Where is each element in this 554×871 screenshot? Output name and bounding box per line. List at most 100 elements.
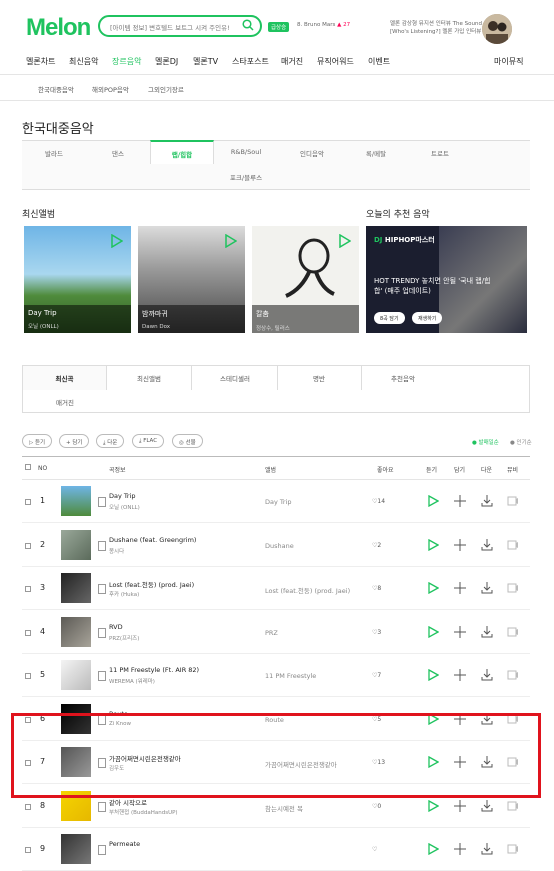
album-thumbnail[interactable] xyxy=(61,616,91,647)
add-icon[interactable] xyxy=(454,538,466,551)
song-title[interactable]: Dushane (feat. Greengrim) xyxy=(109,536,196,544)
play-icon[interactable] xyxy=(427,843,439,855)
song-artist[interactable]: 부처핸접 (BuddaHandsUP) xyxy=(109,808,178,816)
row-checkbox[interactable] xyxy=(25,499,31,505)
nav-item-tv[interactable]: 멜론TV xyxy=(193,56,218,67)
play-icon[interactable] xyxy=(427,495,439,507)
play-icon[interactable] xyxy=(223,234,237,248)
play-icon[interactable] xyxy=(427,538,439,551)
song-info-icon[interactable] xyxy=(98,671,106,681)
like-button[interactable]: ♡14 xyxy=(372,498,385,505)
play-icon[interactable] xyxy=(427,799,439,812)
add-icon[interactable] xyxy=(454,625,466,638)
song-title[interactable]: 같아 시작으로 xyxy=(109,797,147,807)
nav-item-latest[interactable]: 최신음악 xyxy=(69,56,98,67)
song-album[interactable]: Lost (feat.천둥) (prod. Jaei) xyxy=(265,585,350,595)
song-album[interactable]: PRZ xyxy=(265,629,278,637)
like-button[interactable]: ♡7 xyxy=(372,672,381,679)
song-title[interactable]: Lost (feat.천둥) (prod. Jaei) xyxy=(109,579,194,589)
nav-item-chart[interactable]: 멜론차트 xyxy=(26,56,55,67)
nav-item-genre[interactable]: 장르음악 xyxy=(112,56,141,67)
header-ad[interactable]: 멜론 감상형 뮤지션 인터뷰 The Sound [Who's Listenin… xyxy=(390,20,482,36)
download-icon[interactable] xyxy=(481,582,493,594)
song-album[interactable]: 참는시예전 복 xyxy=(265,803,303,813)
album-thumbnail[interactable] xyxy=(61,486,91,516)
genre-tab-rnb[interactable]: R&B/Soul xyxy=(214,148,278,156)
sort-popular[interactable]: ● 인기순 xyxy=(510,438,532,446)
genre-tab-dance[interactable]: 댄스 xyxy=(86,148,150,158)
tab-latest-songs[interactable]: 최신곡 xyxy=(23,366,107,390)
row-checkbox[interactable] xyxy=(25,586,31,592)
gift-button[interactable]: ◎ 선물 xyxy=(172,434,203,448)
play-playlist-button[interactable]: 재생하기 xyxy=(412,312,443,324)
genre-tab-ballad[interactable]: 발라드 xyxy=(22,148,86,158)
play-icon[interactable] xyxy=(427,582,439,594)
genre-tab-trot[interactable]: 트로트 xyxy=(408,148,472,158)
add-icon[interactable] xyxy=(454,799,466,812)
nav-item-dj[interactable]: 멜론DJ xyxy=(155,56,178,67)
song-artist[interactable]: PRZ(프리즈) xyxy=(109,634,139,642)
play-icon[interactable] xyxy=(109,234,123,248)
album-card[interactable]: 칼춤 정상수, 릴러스 xyxy=(252,226,359,333)
download-icon[interactable] xyxy=(481,669,493,681)
play-icon[interactable] xyxy=(337,234,351,248)
song-artist[interactable]: 몽시다 xyxy=(109,547,124,555)
row-checkbox[interactable] xyxy=(25,803,31,810)
song-title[interactable]: 11 PM Freestyle (Ft. AIR 82) xyxy=(109,666,199,674)
subnav-item-other[interactable]: 그외인기장르 xyxy=(148,84,184,94)
play-icon[interactable] xyxy=(427,625,439,638)
nav-item-starpost[interactable]: 스타포스트 xyxy=(232,56,269,67)
add-button[interactable]: + 담기 xyxy=(59,434,90,448)
mv-icon[interactable] xyxy=(507,582,519,594)
like-button[interactable]: ♡3 xyxy=(372,629,381,636)
song-info-icon[interactable] xyxy=(98,845,106,855)
like-button[interactable]: ♡ xyxy=(372,846,377,853)
tab-magazine[interactable]: 매거진 xyxy=(23,397,107,407)
flac-button[interactable]: ⤓ FLAC xyxy=(132,434,165,448)
song-artist[interactable]: 후카 (Huka) xyxy=(109,590,139,598)
tab-recommend[interactable]: 추천음악 xyxy=(361,373,445,383)
song-info-icon[interactable] xyxy=(98,584,106,594)
mv-icon[interactable] xyxy=(507,800,519,812)
nav-item-mymusic[interactable]: 마이뮤직 xyxy=(494,56,523,67)
download-icon[interactable] xyxy=(481,495,493,507)
download-icon[interactable] xyxy=(481,625,493,638)
song-info-icon[interactable] xyxy=(98,540,106,551)
mv-icon[interactable] xyxy=(507,539,519,551)
row-checkbox[interactable] xyxy=(25,847,31,853)
song-album[interactable]: Dushane xyxy=(265,542,294,550)
row-checkbox[interactable] xyxy=(25,542,31,549)
song-album[interactable]: Day Trip xyxy=(265,498,292,506)
album-thumbnail[interactable] xyxy=(61,529,91,560)
add-icon[interactable] xyxy=(454,582,466,594)
mv-icon[interactable] xyxy=(507,626,519,638)
like-button[interactable]: ♡2 xyxy=(372,542,381,549)
nav-item-magazine[interactable]: 매거진 xyxy=(281,56,303,67)
add-icon[interactable] xyxy=(454,495,466,507)
tab-steady[interactable]: 스테디셀러 xyxy=(193,373,277,383)
mv-icon[interactable] xyxy=(507,495,519,507)
recommend-banner[interactable]: DJ HIPHOP마스터 HOT TRENDY 놓치면 안될 '국내 랩/힙합'… xyxy=(366,226,527,333)
tab-latest-albums[interactable]: 최신앨범 xyxy=(107,373,191,383)
album-card[interactable]: 밤까마귀 Dawn Dox xyxy=(138,226,245,333)
song-title[interactable]: RVD xyxy=(109,623,123,631)
song-title[interactable]: Permeate xyxy=(109,840,140,848)
album-thumbnail[interactable] xyxy=(61,834,91,864)
song-info-icon[interactable] xyxy=(98,497,106,507)
row-checkbox[interactable] xyxy=(25,673,31,679)
download-icon[interactable] xyxy=(481,538,493,551)
row-checkbox[interactable] xyxy=(25,629,31,636)
play-icon[interactable] xyxy=(427,669,439,681)
add-playlist-button[interactable]: 8곡 담기 xyxy=(374,312,405,324)
nav-item-award[interactable]: 뮤직어워드 xyxy=(317,56,354,67)
download-button[interactable]: ⤓ 다운 xyxy=(96,434,125,448)
like-button[interactable]: ♡0 xyxy=(372,803,381,810)
song-artist[interactable]: WEREMA (워레마) xyxy=(109,677,155,685)
subnav-item-pop[interactable]: 해외POP음악 xyxy=(92,84,129,94)
genre-tab-rock[interactable]: 록/메탈 xyxy=(344,148,408,158)
trending-keyword[interactable]: 8. Bruno Mars ▲ 27 xyxy=(297,22,350,28)
album-thumbnail[interactable] xyxy=(61,660,91,690)
song-album[interactable]: 11 PM Freestyle xyxy=(265,672,316,680)
genre-tab-folk[interactable]: 포크/블루스 xyxy=(214,172,278,182)
add-icon[interactable] xyxy=(454,843,466,855)
